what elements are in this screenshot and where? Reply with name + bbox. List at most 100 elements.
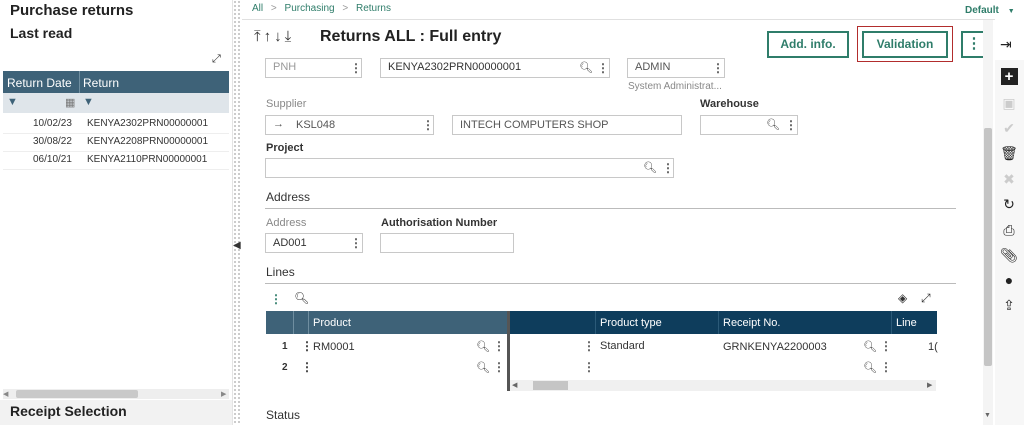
status-section-title: Status — [266, 408, 301, 422]
panel-splitter[interactable] — [233, 0, 241, 425]
validation-button[interactable]: Validation — [862, 31, 948, 58]
exit-icon[interactable]: ⇥ — [1000, 36, 1012, 53]
column-product-type[interactable]: Product type — [600, 317, 662, 329]
collapse-panel-icon[interactable]: ◀ — [233, 240, 241, 251]
authorisation-number-field[interactable] — [380, 233, 514, 253]
return-date: 10/02/23 — [33, 118, 72, 129]
field-menu-icon[interactable]: ⋮ — [880, 339, 892, 353]
column-return-date[interactable]: Return Date — [7, 76, 72, 90]
arrow-right-icon[interactable]: → — [273, 118, 284, 130]
address-label: Address — [266, 217, 307, 229]
filter-icon[interactable]: ▼ — [83, 96, 94, 108]
breadcrumb-all[interactable]: All — [252, 3, 263, 14]
add-info-button[interactable]: Add. info. — [767, 31, 849, 58]
left-panel: Purchase returns Last read ⤢ Return Date… — [0, 0, 233, 425]
field-menu-icon[interactable]: ⋮ — [493, 360, 505, 374]
return-date: 06/10/21 — [33, 154, 72, 165]
check-icon[interactable]: ✔ — [997, 120, 1021, 137]
search-icon[interactable]: 🔍︎ — [579, 61, 593, 74]
list-item[interactable]: 30/08/22 KENYA2208PRN00000001 — [3, 133, 229, 152]
refresh-icon[interactable]: ↻ — [997, 196, 1021, 213]
scroll-left-icon[interactable]: ◀ — [3, 390, 8, 398]
breadcrumb: All > Purchasing > Returns — [252, 3, 391, 14]
create-icon[interactable]: + — [997, 68, 1021, 85]
search-icon[interactable]: 🔍︎ — [766, 118, 780, 131]
site-field[interactable]: PNH ⋮ — [265, 58, 362, 78]
scrollbar-thumb[interactable] — [984, 128, 992, 366]
lines-menu-icon[interactable]: ⋮ — [270, 292, 282, 306]
field-menu-icon[interactable]: ⋮ — [880, 360, 892, 374]
field-menu-icon[interactable]: ⋮ — [350, 236, 362, 250]
product-type-cell[interactable]: Standard — [600, 340, 645, 352]
field-menu-icon[interactable]: ⋮ — [493, 339, 505, 353]
field-menu-icon[interactable]: ⋮ — [422, 118, 434, 132]
column-product[interactable]: Product — [313, 317, 351, 329]
search-icon[interactable]: 🔍︎ — [643, 161, 657, 174]
column-return[interactable]: Return — [83, 76, 119, 90]
return-number: KENYA2302PRN00000001 — [87, 118, 209, 129]
authorisation-number-label: Authorisation Number — [381, 217, 498, 229]
layers-icon[interactable]: ◈ — [898, 291, 907, 305]
address-field[interactable]: AD001 ⋮ — [265, 233, 363, 253]
scrollbar-thumb[interactable] — [533, 381, 568, 390]
project-label: Project — [266, 142, 304, 154]
product-cell[interactable]: RM0001 — [313, 341, 355, 353]
default-selector[interactable]: Default ▼ — [965, 5, 1015, 16]
search-icon[interactable]: 🔍︎ — [476, 361, 490, 374]
lines-grid-header-fixed: Product — [266, 311, 507, 334]
user-field[interactable]: ADMIN ⋮ — [627, 58, 725, 78]
field-menu-icon[interactable]: ⋮ — [662, 161, 674, 175]
return-number-field[interactable]: KENYA2302PRN00000001 🔍︎ ⋮ — [380, 58, 610, 78]
column-line[interactable]: Line — [896, 317, 917, 329]
warehouse-field[interactable]: 🔍︎ ⋮ — [700, 115, 798, 135]
table-row[interactable]: 1 ⋮ RM0001 🔍︎ ⋮ ⋮ Standard GRNKENYA22000… — [266, 337, 938, 357]
expand-icon[interactable]: ⤢ — [212, 53, 221, 66]
attachment-icon[interactable]: 📎︎ — [997, 247, 1021, 264]
column-receipt-no[interactable]: Receipt No. — [723, 317, 780, 329]
print-icon[interactable]: ⎙ — [997, 222, 1021, 239]
field-menu-icon[interactable]: ⋮ — [583, 360, 595, 374]
search-icon[interactable]: 🔍︎ — [294, 291, 309, 305]
field-menu-icon[interactable]: ⋮ — [597, 61, 609, 75]
list-item[interactable]: 06/10/21 KENYA2110PRN00000001 — [3, 151, 229, 170]
lines-horizontal-scrollbar[interactable] — [510, 380, 936, 391]
warehouse-label: Warehouse — [700, 98, 759, 110]
line-cell[interactable]: 1( — [928, 341, 938, 353]
chevron-down-icon: ▼ — [1007, 8, 1015, 15]
expand-icon[interactable]: ⤢ — [921, 291, 931, 306]
project-field[interactable]: 🔍︎ ⋮ — [265, 158, 674, 178]
filter-icon[interactable]: ▼ — [7, 96, 18, 108]
supplier-field[interactable]: → KSL048 ⋮ — [265, 115, 434, 135]
row-menu-icon[interactable]: ⋮ — [301, 339, 313, 353]
list-item[interactable]: 10/02/23 KENYA2302PRN00000001 — [3, 115, 229, 134]
scroll-right-icon[interactable]: ▶ — [927, 381, 932, 389]
field-menu-icon[interactable]: ⋮ — [583, 339, 595, 353]
scrollbar-thumb[interactable] — [16, 390, 138, 398]
row-menu-icon[interactable]: ⋮ — [301, 360, 313, 374]
receipt-selection-title[interactable]: Receipt Selection — [10, 403, 127, 419]
scroll-down-icon[interactable]: ▼ — [984, 412, 991, 419]
search-icon[interactable]: 🔍︎ — [863, 340, 877, 353]
breadcrumb-purchasing[interactable]: Purchasing — [285, 3, 335, 14]
field-menu-icon[interactable]: ⋮ — [350, 61, 362, 75]
scroll-left-icon[interactable]: ◀ — [512, 381, 517, 389]
lines-section-title: Lines — [266, 265, 295, 279]
table-row[interactable]: 2 ⋮ 🔍︎ ⋮ ⋮ 🔍︎ ⋮ — [266, 358, 936, 378]
comment-icon[interactable]: ● — [997, 272, 1021, 288]
breadcrumb-returns[interactable]: Returns — [356, 3, 391, 14]
user-description: System Administrat... — [628, 81, 722, 92]
save-icon[interactable]: ▣ — [997, 95, 1021, 112]
search-icon[interactable]: 🔍︎ — [476, 340, 490, 353]
export-icon[interactable]: ⇪ — [997, 297, 1021, 314]
cancel-icon[interactable]: ✖ — [997, 171, 1021, 188]
field-menu-icon[interactable]: ⋮ — [712, 61, 724, 75]
calendar-icon[interactable]: ▦ — [65, 96, 75, 109]
search-icon[interactable]: 🔍︎ — [863, 361, 877, 374]
supplier-label: Supplier — [266, 98, 307, 110]
receipt-no-cell[interactable]: GRNKENYA2200003 — [723, 341, 827, 353]
field-menu-icon[interactable]: ⋮ — [785, 118, 797, 132]
record-navigation-icons[interactable]: ⤒↑↓⤓ — [254, 28, 294, 45]
address-section-title: Address — [266, 190, 311, 204]
delete-icon[interactable]: 🗑︎ — [997, 145, 1021, 162]
scroll-right-icon[interactable]: ▶ — [221, 390, 226, 398]
